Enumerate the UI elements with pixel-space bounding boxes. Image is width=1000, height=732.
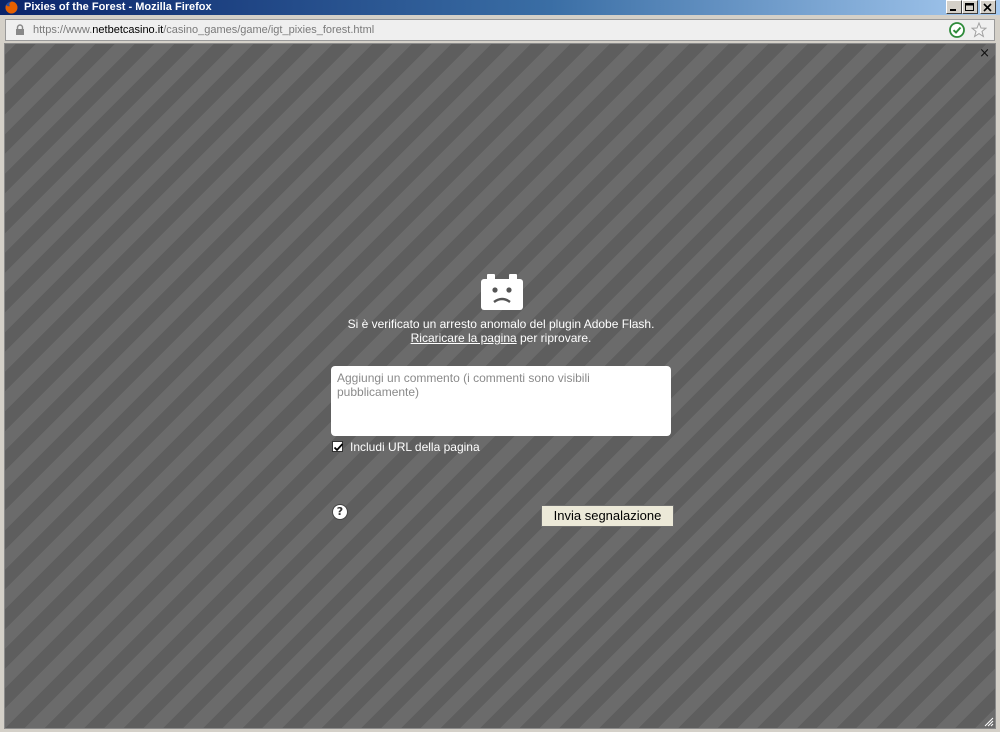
- sad-plugin-icon: [481, 274, 523, 310]
- url-domain: netbetcasino.it: [92, 24, 164, 36]
- firefox-icon: [5, 1, 18, 14]
- include-url-checkbox[interactable]: [332, 441, 344, 452]
- url-prefix: https://www.: [33, 24, 93, 36]
- include-url-label: Includi URL della pagina: [350, 440, 480, 454]
- lock-icon: [16, 24, 24, 35]
- submit-report-button[interactable]: Invia segnalazione: [541, 505, 674, 527]
- minimize-button[interactable]: [946, 0, 962, 14]
- close-button[interactable]: [980, 0, 996, 14]
- reload-page-link[interactable]: Ricaricare la pagina: [411, 331, 517, 345]
- maximize-button[interactable]: [962, 0, 978, 14]
- window-titlebar[interactable]: Pixies of the Forest - Mozilla Firefox: [0, 0, 1000, 15]
- url-text[interactable]: https://www.netbetcasino.it/casino_games…: [33, 20, 374, 40]
- crash-message-line: Si è verificato un arresto anomalo del p…: [347, 317, 655, 331]
- comment-textarea[interactable]: Aggiungi un commento (i commenti sono vi…: [331, 366, 671, 436]
- reload-line: Ricaricare la pagina per riprovare.: [330, 331, 672, 345]
- crash-message: Si è verificato un arresto anomalo del p…: [330, 317, 672, 345]
- url-path: /casino_games/game/igt_pixies_forest.htm…: [163, 24, 375, 36]
- close-icon: [983, 3, 992, 12]
- minimize-icon: [950, 9, 956, 11]
- star-icon[interactable]: [971, 22, 987, 38]
- window-title: Pixies of the Forest - Mozilla Firefox: [24, 1, 212, 13]
- reload-suffix: per riprovare.: [516, 331, 592, 345]
- plugin-crash-area: × Si è verificato un arresto anomalo del…: [4, 43, 996, 729]
- help-icon[interactable]: ?: [332, 504, 348, 520]
- check-circle-icon[interactable]: [949, 22, 965, 38]
- checkmark-icon: [333, 443, 344, 452]
- resize-grip-icon[interactable]: [984, 717, 994, 727]
- dismiss-button[interactable]: ×: [979, 47, 990, 61]
- maximize-icon: [965, 3, 974, 11]
- address-bar[interactable]: https://www.netbetcasino.it/casino_games…: [5, 19, 995, 41]
